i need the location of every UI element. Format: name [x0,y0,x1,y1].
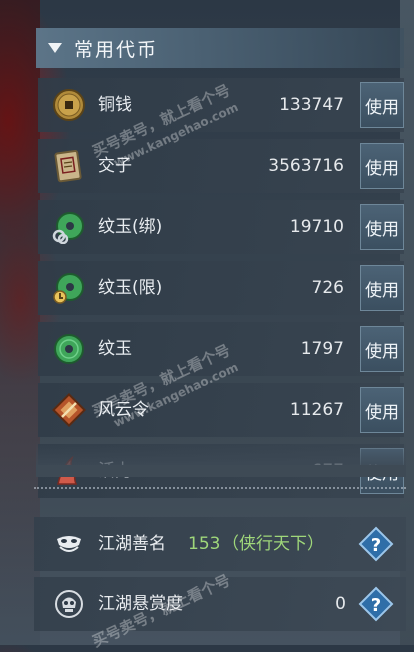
currency-row-jade-bound: 纹玉(绑) 19710 使用 [38,200,404,254]
currency-value: 19710 [289,217,344,237]
reputation-row: 江湖善名 153 （侠行天下） ? [34,517,406,571]
use-button-copper[interactable]: 使用 [360,82,404,128]
list-clip-mask [36,465,406,477]
question-diamond-icon[interactable]: ? [358,526,394,562]
currency-row-jiaozi: 交子 3563716 使用 [38,139,404,193]
currency-value: 133747 [279,95,344,115]
section-title: 常用代币 [74,38,159,61]
use-button-fengyun[interactable]: 使用 [360,387,404,433]
currency-row-jade: 纹玉 1797 使用 [38,322,404,376]
currency-name: 纹玉 [98,339,132,359]
collapse-triangle-icon[interactable] [48,43,62,53]
bounty-label: 江湖悬赏度 [98,594,183,614]
use-button-jade-bound[interactable]: 使用 [360,204,404,250]
jade-bound-icon [52,212,84,244]
currency-name: 风云令 [98,400,149,420]
jade-limited-icon [53,273,84,304]
currency-name: 铜钱 [98,95,132,115]
currency-row-jade-limited: 纹玉(限) 726 使用 [38,261,404,315]
fengyun-token-icon [52,393,86,427]
bounty-value: 0 [335,594,346,614]
currency-value: 726 [311,278,344,298]
currency-value: 1797 [300,339,344,359]
jade-icon [54,334,84,364]
reputation-label: 江湖善名 [98,534,166,554]
bounty-row: 江湖悬赏度 0 ? [34,577,406,631]
reputation-value: 153 [188,534,221,554]
currency-name: 纹玉(限) [98,278,163,298]
use-button-jade-limited[interactable]: 使用 [360,265,404,311]
currency-name: 纹玉(绑) [98,217,163,237]
use-button-jiaozi[interactable]: 使用 [360,143,404,189]
svg-text:?: ? [371,595,381,616]
jiaozi-banknote-icon [54,150,82,183]
reputation-title: （侠行天下） [222,534,324,554]
copper-coin-icon [53,89,85,121]
mask-icon [57,536,81,552]
svg-text:?: ? [371,535,381,556]
currency-row-copper: 铜钱 133747 使用 [38,78,404,132]
use-button-jade[interactable]: 使用 [360,326,404,372]
dotted-divider [34,487,406,489]
currency-value: 11267 [289,400,344,420]
currency-name: 交子 [98,156,132,176]
currency-value: 3563716 [268,156,344,176]
currency-row-fengyun: 风云令 11267 使用 [38,383,404,437]
question-diamond-icon[interactable]: ? [358,586,394,622]
section-header[interactable]: 常用代币 [36,28,404,68]
wanted-skull-icon [55,590,83,618]
